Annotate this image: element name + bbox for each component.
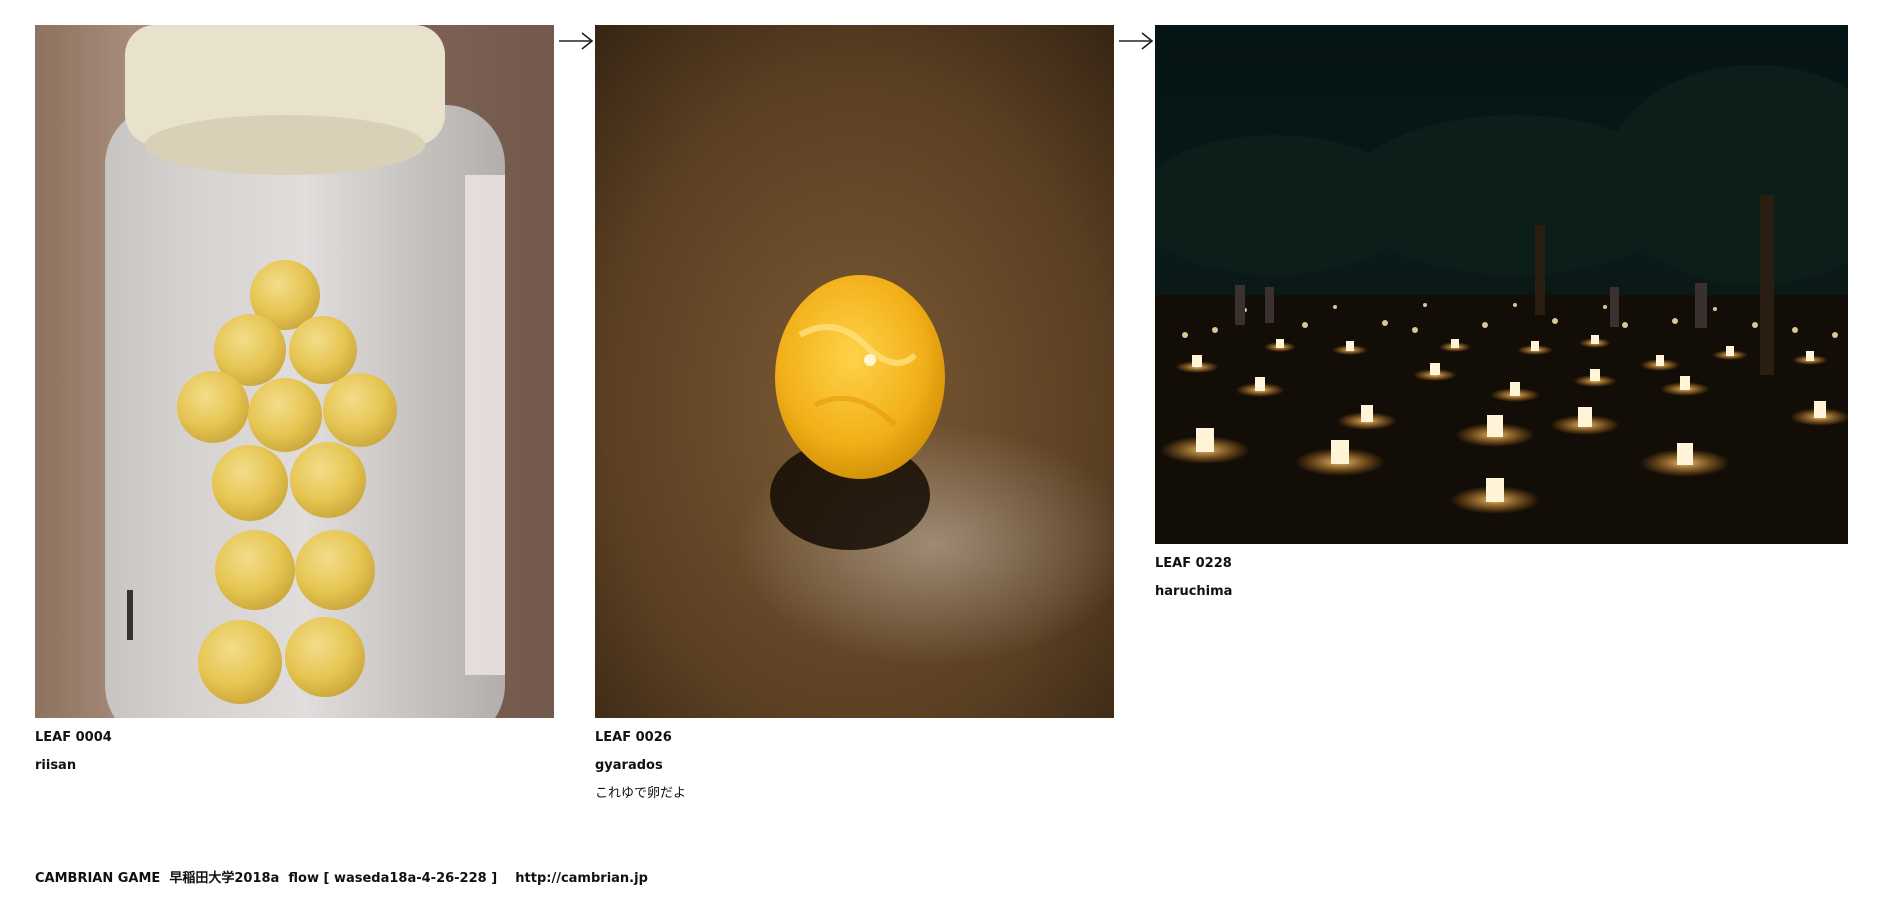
leaf-number[interactable]: LEAF 0228	[1155, 550, 1848, 578]
leaf-card-0026[interactable]: LEAF 0026 gyarados これゆで卵だよ	[595, 25, 1114, 808]
leaf-caption: LEAF 0004 riisan	[35, 724, 554, 780]
leaf-number[interactable]: LEAF 0004	[35, 724, 554, 752]
leaf-comment: これゆで卵だよ	[595, 786, 687, 801]
lanterns-photo[interactable]	[1155, 25, 1848, 544]
jar-photo[interactable]	[35, 25, 554, 718]
page: LEAF 0004 riisan LEAF 0026 gyarados これゆで…	[0, 0, 1883, 900]
arrow-right-icon	[559, 32, 594, 50]
site-footer: CAMBRIAN GAME 早稲田大学2018a flow [ waseda18…	[35, 867, 648, 886]
leaf-caption: LEAF 0026 gyarados これゆで卵だよ	[595, 724, 1114, 808]
leaf-card-0228[interactable]: LEAF 0228 haruchima	[1155, 25, 1848, 606]
footer-flow-link[interactable]: 早稲田大学2018a flow [ waseda18a-4-26-228 ]	[169, 871, 497, 886]
leaf-card-0004[interactable]: LEAF 0004 riisan	[35, 25, 554, 780]
leaf-author[interactable]: haruchima	[1155, 578, 1848, 606]
leaf-author[interactable]: riisan	[35, 752, 554, 780]
leaf-author[interactable]: gyarados	[595, 752, 1114, 780]
arrow-right-icon	[1119, 32, 1154, 50]
egg-photo[interactable]	[595, 25, 1114, 718]
footer-url-link[interactable]: http://cambrian.jp	[515, 871, 648, 886]
footer-brand-link[interactable]: CAMBRIAN GAME	[35, 871, 160, 886]
leaf-caption: LEAF 0228 haruchima	[1155, 550, 1848, 606]
leaf-number[interactable]: LEAF 0026	[595, 724, 1114, 752]
